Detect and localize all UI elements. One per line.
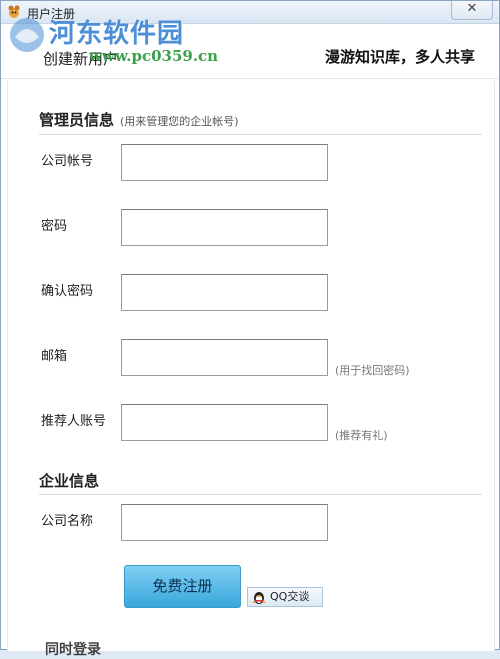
qq-chat-button[interactable]: QQ交谈: [247, 587, 323, 607]
partial-next-section-title: 同时登录: [45, 642, 101, 658]
watermark-url: www.pc0359.cn: [89, 47, 219, 65]
close-button[interactable]: ✕: [451, 1, 493, 20]
qq-chat-label[interactable]: QQ交谈: [270, 588, 309, 606]
section-divider: [39, 494, 482, 495]
close-icon[interactable]: ✕: [467, 1, 478, 16]
referrer-account-input[interactable]: [121, 404, 328, 441]
admin-section-title: 管理员信息 (用来管理您的企业帐号): [39, 109, 239, 130]
referrer-account-label: 推荐人账号: [41, 414, 107, 429]
qq-penguin-icon: [252, 592, 266, 604]
slogan: 漫游知识库，多人共享: [324, 48, 475, 66]
company-account-input[interactable]: [121, 144, 328, 181]
email-hint: (用于找回密码): [335, 364, 410, 377]
company-name-label: 公司名称: [41, 514, 94, 529]
company-name-input[interactable]: [121, 504, 328, 541]
watermark-logo-icon: [10, 18, 44, 52]
confirm-password-input[interactable]: [121, 274, 328, 311]
registration-window: 用户注册 ✕ 创建新用户 漫游知识库，多人共享 河东软件园 www.pc0359…: [0, 0, 500, 658]
admin-section-hint: (用来管理您的企业帐号): [120, 115, 239, 128]
referrer-hint: (推荐有礼): [335, 429, 388, 442]
email-label: 邮箱: [41, 349, 68, 364]
email-input[interactable]: [121, 339, 328, 376]
company-section-title: 企业信息: [39, 472, 100, 490]
watermark-site-name: 河东软件园: [49, 19, 185, 49]
confirm-password-label: 确认密码: [41, 284, 94, 299]
password-input[interactable]: [121, 209, 328, 246]
company-account-label: 公司帐号: [41, 154, 94, 169]
admin-section-title-text: 管理员信息: [39, 111, 115, 129]
password-label: 密码: [41, 219, 68, 234]
free-register-button[interactable]: 免费注册: [124, 565, 241, 608]
form-area: 管理员信息 (用来管理您的企业帐号) 公司帐号 密码 确认密码 邮箱 (用于找回密…: [7, 81, 495, 658]
section-divider: [39, 134, 482, 135]
